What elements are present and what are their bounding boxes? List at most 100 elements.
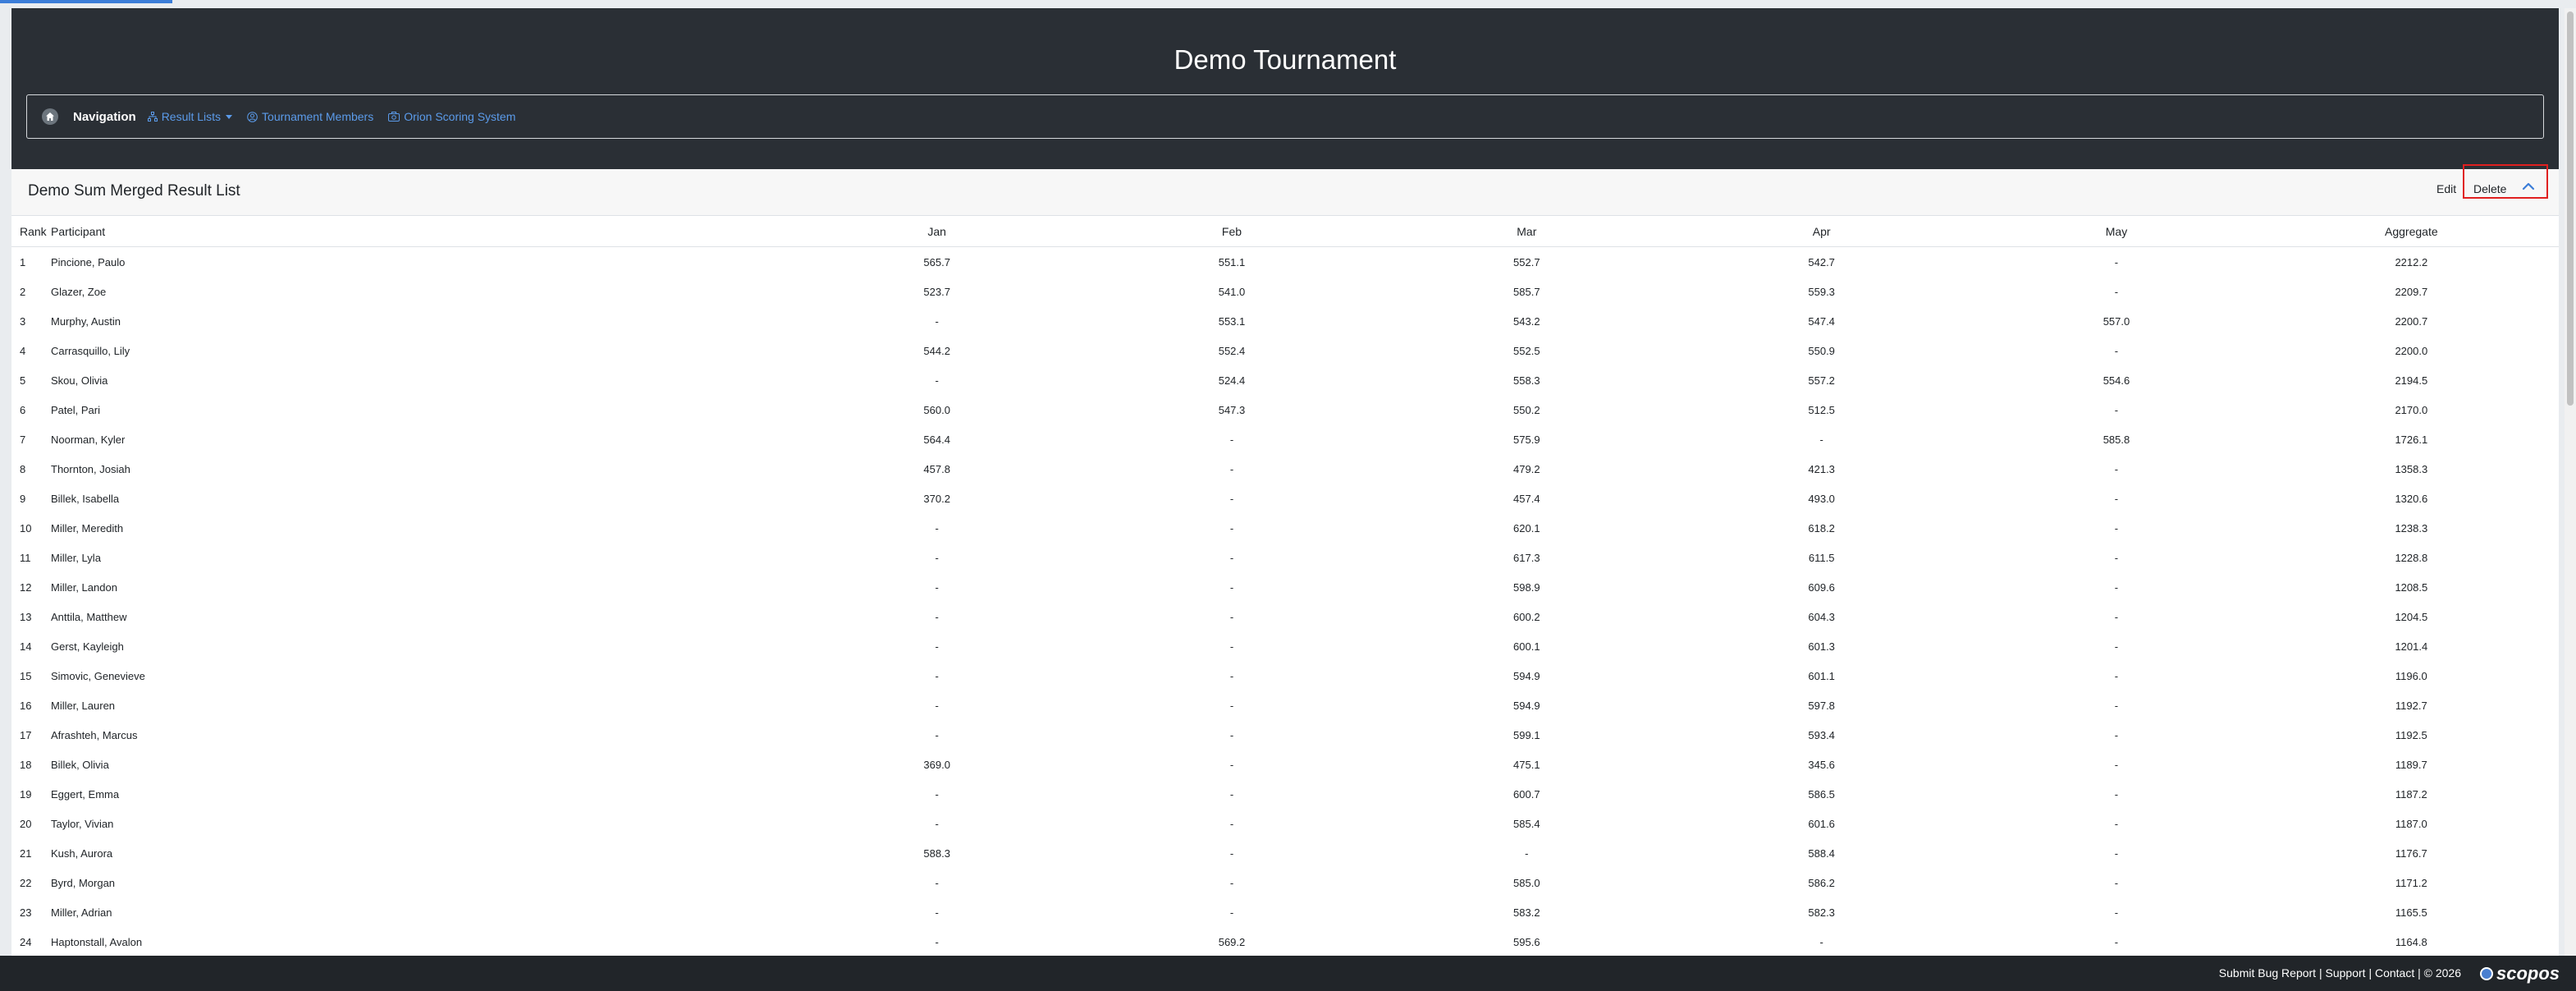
table-cell: 15 <box>20 669 32 682</box>
table-cell: 583.2 <box>1513 906 1540 919</box>
table-cell: 1 <box>20 255 26 268</box>
scrollbar-thumb[interactable] <box>2567 11 2574 406</box>
logo-text: scopos <box>2496 963 2560 984</box>
nav-link-label: Orion Scoring System <box>404 110 516 123</box>
table-cell: 18 <box>20 758 32 771</box>
column-header-participant[interactable]: Participant <box>51 216 789 247</box>
table-cell: - <box>1229 876 1234 889</box>
edit-button[interactable]: Edit <box>2436 182 2456 195</box>
table-cell: Byrd, Morgan <box>51 876 116 889</box>
table-cell: Skou, Olivia <box>51 374 108 387</box>
table-cell: - <box>935 314 939 328</box>
table-cell: - <box>935 551 939 564</box>
table-cell: 585.7 <box>1513 285 1540 298</box>
footer-link-bug-report[interactable]: Submit Bug Report <box>2219 966 2316 980</box>
column-header-jan[interactable]: Jan <box>789 216 1085 247</box>
table-cell: Miller, Landon <box>51 580 117 594</box>
table-row: 11 Miller, Lyla - - 617.3 611.5 - 1228.8 <box>11 543 2559 572</box>
table-cell: Billek, Isabella <box>51 492 120 505</box>
table-cell: - <box>2114 285 2119 298</box>
table-cell: 20 <box>20 817 32 830</box>
table-cell: 565.7 <box>923 255 950 268</box>
nav-link-orion-scoring[interactable]: Orion Scoring System <box>388 110 515 123</box>
table-cell: 1192.5 <box>2395 728 2427 741</box>
table-cell: 588.3 <box>923 846 950 860</box>
nav-link-result-lists[interactable]: Result Lists <box>147 110 233 123</box>
column-header-may[interactable]: May <box>1969 216 2264 247</box>
table-cell: Gerst, Kayleigh <box>51 640 124 653</box>
column-header-aggregate[interactable]: Aggregate <box>2263 216 2559 247</box>
table-row: 18 Billek, Olivia 369.0 - 475.1 345.6 - 1189.7 <box>11 750 2559 779</box>
nav-link-tournament-members[interactable]: Tournament Members <box>247 110 373 123</box>
table-row: 7 Noorman, Kyler 564.4 - 575.9 - 585.8 1726.1 <box>11 424 2559 454</box>
footer-link-contact[interactable]: Contact <box>2375 966 2414 980</box>
table-cell: 600.2 <box>1513 610 1540 623</box>
column-header-rank[interactable]: Rank <box>11 216 51 247</box>
table-cell: 421.3 <box>1808 462 1835 475</box>
result-list-title: Demo Sum Merged Result List <box>28 182 240 200</box>
table-cell: - <box>1229 728 1234 741</box>
table-row: 20 Taylor, Vivian - - 585.4 601.6 - 1187.0 <box>11 809 2559 838</box>
table-cell: 593.4 <box>1808 728 1835 741</box>
table-cell: 617.3 <box>1513 551 1540 564</box>
home-icon[interactable] <box>42 108 58 125</box>
table-cell: 370.2 <box>923 492 950 505</box>
user-circle-icon <box>247 111 258 122</box>
table-cell: 345.6 <box>1808 758 1835 771</box>
table-header-row: Rank Participant Jan Feb Mar Apr May Agg… <box>11 216 2559 247</box>
table-cell: - <box>1229 551 1234 564</box>
table-cell: 12 <box>20 580 32 594</box>
nav-link-label: Result Lists <box>161 110 222 123</box>
table-cell: 9 <box>20 492 26 505</box>
table-cell: 543.2 <box>1513 314 1540 328</box>
table-row: 22 Byrd, Morgan - - 585.0 586.2 - 1171.2 <box>11 868 2559 897</box>
table-row: 2 Glazer, Zoe 523.7 541.0 585.7 559.3 - 2209.7 <box>11 277 2559 306</box>
table-cell: 585.8 <box>2102 433 2130 446</box>
table-cell: 598.9 <box>1513 580 1540 594</box>
column-header-feb[interactable]: Feb <box>1084 216 1380 247</box>
table-cell: 479.2 <box>1513 462 1540 475</box>
table-cell: 588.4 <box>1808 846 1835 860</box>
scopos-logo[interactable]: scopos <box>2479 963 2560 984</box>
table-cell: 4 <box>20 344 26 357</box>
table-cell: 586.5 <box>1808 787 1835 801</box>
table-cell: - <box>2114 521 2119 534</box>
table-cell: - <box>1525 846 1529 860</box>
table-cell: 1726.1 <box>2395 433 2428 446</box>
table-cell: 553.1 <box>1218 314 1246 328</box>
table-row: 5 Skou, Olivia - 524.4 558.3 557.2 554.6 2194.5 <box>11 365 2559 395</box>
table-cell: 585.4 <box>1513 817 1540 830</box>
table-cell: - <box>935 610 939 623</box>
table-row: 8 Thornton, Josiah 457.8 - 479.2 421.3 - 1358.3 <box>11 454 2559 484</box>
table-row: 17 Afrashteh, Marcus - - 599.1 593.4 - 1192.5 <box>11 720 2559 750</box>
footer-link-support[interactable]: Support <box>2326 966 2366 980</box>
table-cell: 586.2 <box>1808 876 1835 889</box>
table-cell: 550.2 <box>1513 403 1540 416</box>
table-cell: 554.6 <box>2102 374 2130 387</box>
collapse-button[interactable] <box>2520 178 2537 195</box>
column-header-mar[interactable]: Mar <box>1379 216 1674 247</box>
table-cell: Kush, Aurora <box>51 846 113 860</box>
table-cell: - <box>1229 640 1234 653</box>
table-cell: 2209.7 <box>2395 285 2428 298</box>
table-cell: 2212.2 <box>2395 255 2428 268</box>
table-cell: - <box>2114 758 2119 771</box>
table-cell: 559.3 <box>1808 285 1835 298</box>
page-scrollbar[interactable] <box>2565 8 2576 956</box>
table-cell: - <box>1229 610 1234 623</box>
table-cell: - <box>2114 462 2119 475</box>
table-cell: 575.9 <box>1513 433 1540 446</box>
table-cell: - <box>935 640 939 653</box>
column-header-apr[interactable]: Apr <box>1673 216 1970 247</box>
table-cell: - <box>1229 906 1234 919</box>
table-row: 12 Miller, Landon - - 598.9 609.6 - 1208.5 <box>11 572 2559 602</box>
table-cell: Billek, Olivia <box>51 758 109 771</box>
table-row: 9 Billek, Isabella 370.2 - 457.4 493.0 - 1320.6 <box>11 484 2559 513</box>
table-cell: 17 <box>20 728 32 741</box>
table-cell: 542.7 <box>1808 255 1835 268</box>
table-cell: - <box>2114 403 2119 416</box>
page-load-progress <box>0 0 172 3</box>
table-cell: 564.4 <box>923 433 950 446</box>
table-cell: 1189.7 <box>2395 758 2427 771</box>
delete-button[interactable]: Delete <box>2473 182 2506 195</box>
